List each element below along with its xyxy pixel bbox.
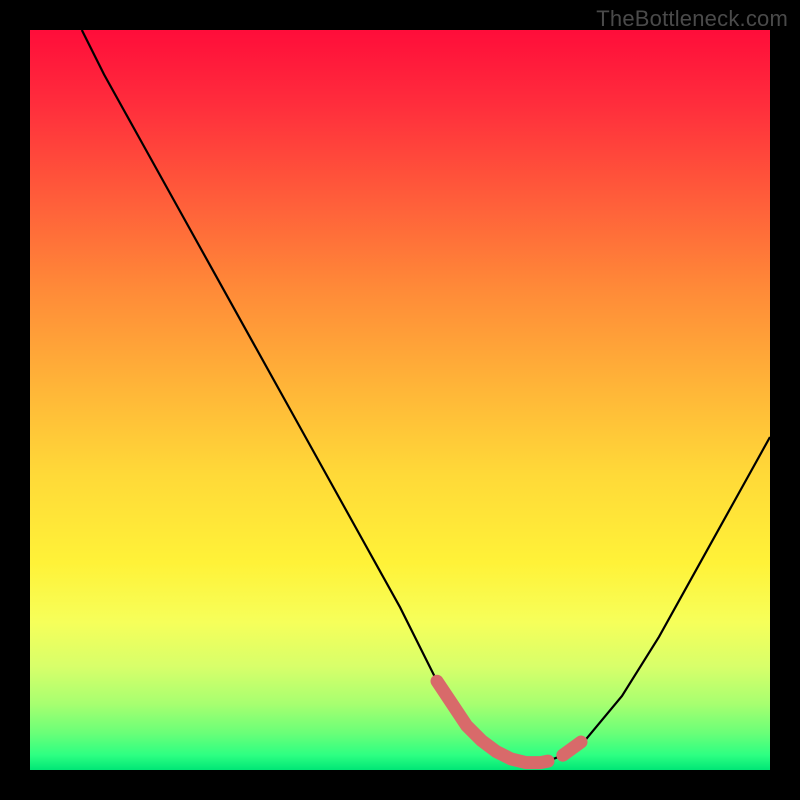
sweet-spot-left [437,681,548,762]
bottleneck-curve [82,30,770,763]
plot-area [30,30,770,770]
watermark-text: TheBottleneck.com [596,6,788,32]
chart-stage: TheBottleneck.com [0,0,800,800]
bottleneck-curve-svg [30,30,770,770]
sweet-spot-right [563,742,581,755]
